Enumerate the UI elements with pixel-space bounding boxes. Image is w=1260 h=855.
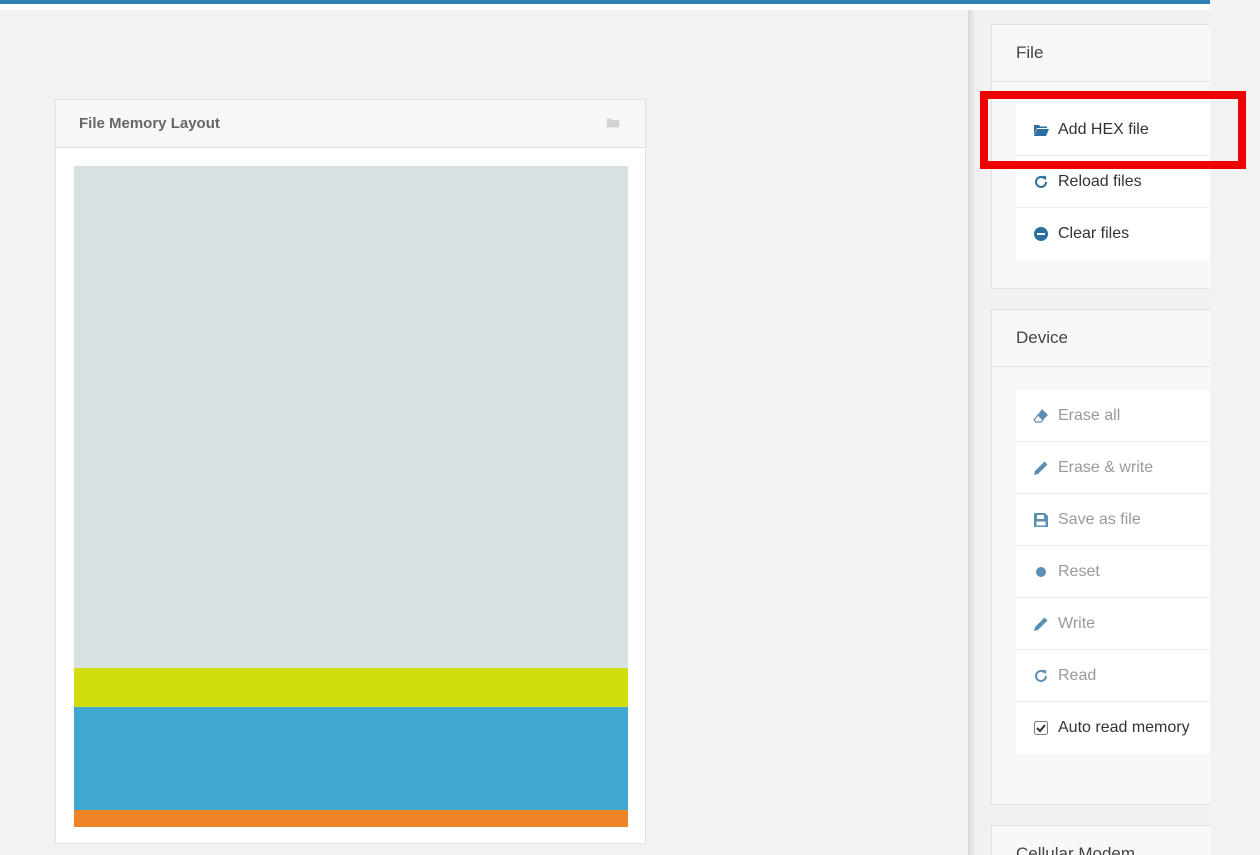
file-panel-header: File	[992, 25, 1210, 82]
card-header: File Memory Layout	[56, 100, 645, 148]
auto-read-memory-label: Auto read memory	[1058, 719, 1190, 736]
read-button[interactable]: Read	[1016, 650, 1210, 702]
clear-files-label: Clear files	[1058, 225, 1130, 242]
write-button[interactable]: Write	[1016, 598, 1210, 650]
write-label: Write	[1058, 614, 1096, 632]
pencil-icon	[1034, 461, 1048, 475]
device-panel: Device Erase all Erase & write Save as f…	[991, 309, 1210, 805]
refresh-icon	[1035, 175, 1047, 188]
highlight-box	[980, 91, 1246, 169]
checkbox-icon[interactable]	[1033, 720, 1049, 736]
save-as-file-label: Save as file	[1058, 510, 1141, 528]
erase-write-button[interactable]: Erase & write	[1016, 442, 1210, 494]
pencil-icon	[1034, 617, 1048, 631]
save-as-file-button[interactable]: Save as file	[1016, 494, 1210, 546]
top-accent-bar	[0, 0, 1210, 10]
device-panel-header: Device	[992, 310, 1210, 367]
folder-icon	[606, 118, 620, 128]
reset-button[interactable]: Reset	[1016, 546, 1210, 598]
erase-all-button[interactable]: Erase all	[1016, 390, 1210, 442]
memory-region-2	[74, 668, 628, 707]
cellular-modem-panel-title: Cellular Modem	[1016, 844, 1136, 855]
auto-read-memory-toggle[interactable]: Auto read memory	[1016, 702, 1210, 754]
refresh-icon	[1035, 669, 1047, 682]
minus-circle-icon	[1034, 227, 1048, 241]
erase-write-label: Erase & write	[1058, 458, 1154, 476]
memory-layout-card: File Memory Layout	[55, 99, 646, 844]
erase-all-label: Erase all	[1058, 406, 1121, 424]
memory-map	[74, 166, 628, 827]
reload-files-label: Reload files	[1058, 172, 1142, 190]
device-panel-title: Device	[1016, 328, 1068, 347]
file-panel-title: File	[1016, 43, 1044, 62]
cellular-modem-panel-header: Cellular Modem	[992, 826, 1210, 855]
read-label: Read	[1058, 666, 1097, 684]
cellular-modem-panel: Cellular Modem	[991, 825, 1210, 855]
eraser-icon	[1033, 408, 1048, 423]
clear-files-button[interactable]: Clear files	[1016, 208, 1210, 260]
reset-label: Reset	[1058, 562, 1100, 580]
memory-region-4	[74, 810, 628, 827]
memory-region-3	[74, 707, 628, 810]
card-title: File Memory Layout	[79, 115, 220, 132]
save-icon	[1034, 512, 1048, 527]
memory-region-empty	[74, 166, 628, 668]
device-actions: Erase all Erase & write Save as file Res…	[1016, 390, 1210, 754]
dot-icon	[1036, 566, 1046, 577]
